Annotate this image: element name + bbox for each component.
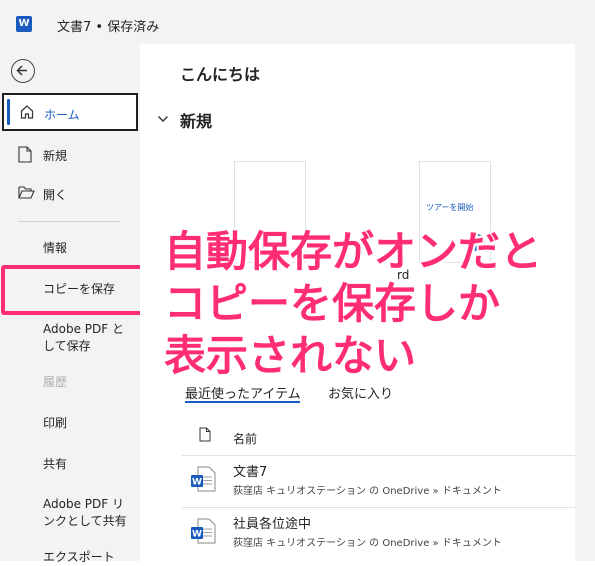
annotation-callout: 自動保存がオンだと コピーを保存しか 表示されない [164,226,542,382]
sidebar-item-label: ホーム [44,108,80,122]
home-icon [20,105,34,119]
greeting-heading: こんにちは [180,65,261,84]
sidebar-item-home[interactable]: ホーム [2,93,138,131]
annotation-line: 表示されない [164,331,417,380]
back-button[interactable] [11,59,35,83]
svg-text:W: W [192,478,202,488]
sidebar-item-print[interactable]: 印刷 [43,415,67,432]
sidebar-item-open[interactable]: 開く [0,185,140,205]
list-item[interactable]: W 文書7 荻窪店 キュリオステーション の OneDrive » ドキュメント [182,455,575,500]
file-path: 荻窪店 キュリオステーション の OneDrive » ドキュメント [233,538,502,549]
new-section-heading: 新規 [180,112,213,131]
tab-recent[interactable]: 最近使ったアイテム [185,383,301,402]
sidebar-item-label: 開く [43,188,68,202]
file-name: 社員各位途中 [233,517,312,532]
annotation-line: 自動保存がオンだと [164,227,543,276]
file-path: 荻窪店 キュリオステーション の OneDrive » ドキュメント [233,486,502,497]
sidebar-item-history: 履歴 [43,375,68,389]
column-header-name[interactable]: 名前 [233,430,257,447]
sidebar-item-share-adobe-pdf-link[interactable]: Adobe PDF リ ンクとして共有 [43,496,127,530]
file-name: 文書7 [233,465,268,480]
svg-text:W: W [192,530,202,540]
word-document-icon: W [191,518,216,544]
selected-indicator [7,99,10,125]
scrollbar-track[interactable] [575,44,595,561]
highlight-box [1,265,145,315]
file-type-icon [199,427,211,442]
sidebar-item-label: 新規 [43,149,68,163]
annotation-line: コピーを保存しか [164,279,501,328]
tab-favorites[interactable]: お気に入り [328,383,393,402]
sidebar-divider [18,221,120,222]
title-bar: W 文書7 • 保存済み [0,0,595,44]
sidebar-item-share[interactable]: 共有 [43,456,67,473]
word-document-icon: W [191,466,216,492]
new-document-icon [18,146,32,163]
sidebar-item-info[interactable]: 情報 [43,240,67,257]
sidebar-item-save-as-adobe-pdf[interactable]: Adobe PDF と して保存 [43,321,124,355]
template-caption: ツアーを開始 [426,203,474,212]
tab-selected-underline [185,401,300,403]
folder-open-icon [18,186,35,199]
document-title: 文書7 • 保存済み [57,20,160,35]
sidebar-item-new[interactable]: 新規 [0,146,140,166]
list-item[interactable]: W 社員各位途中 荻窪店 キュリオステーション の OneDrive » ドキュ… [182,507,575,552]
back-arrow-icon [16,65,27,76]
word-icon: W [16,16,32,32]
sidebar-item-export[interactable]: エクスポート [43,549,115,566]
chevron-down-icon[interactable] [157,113,169,125]
